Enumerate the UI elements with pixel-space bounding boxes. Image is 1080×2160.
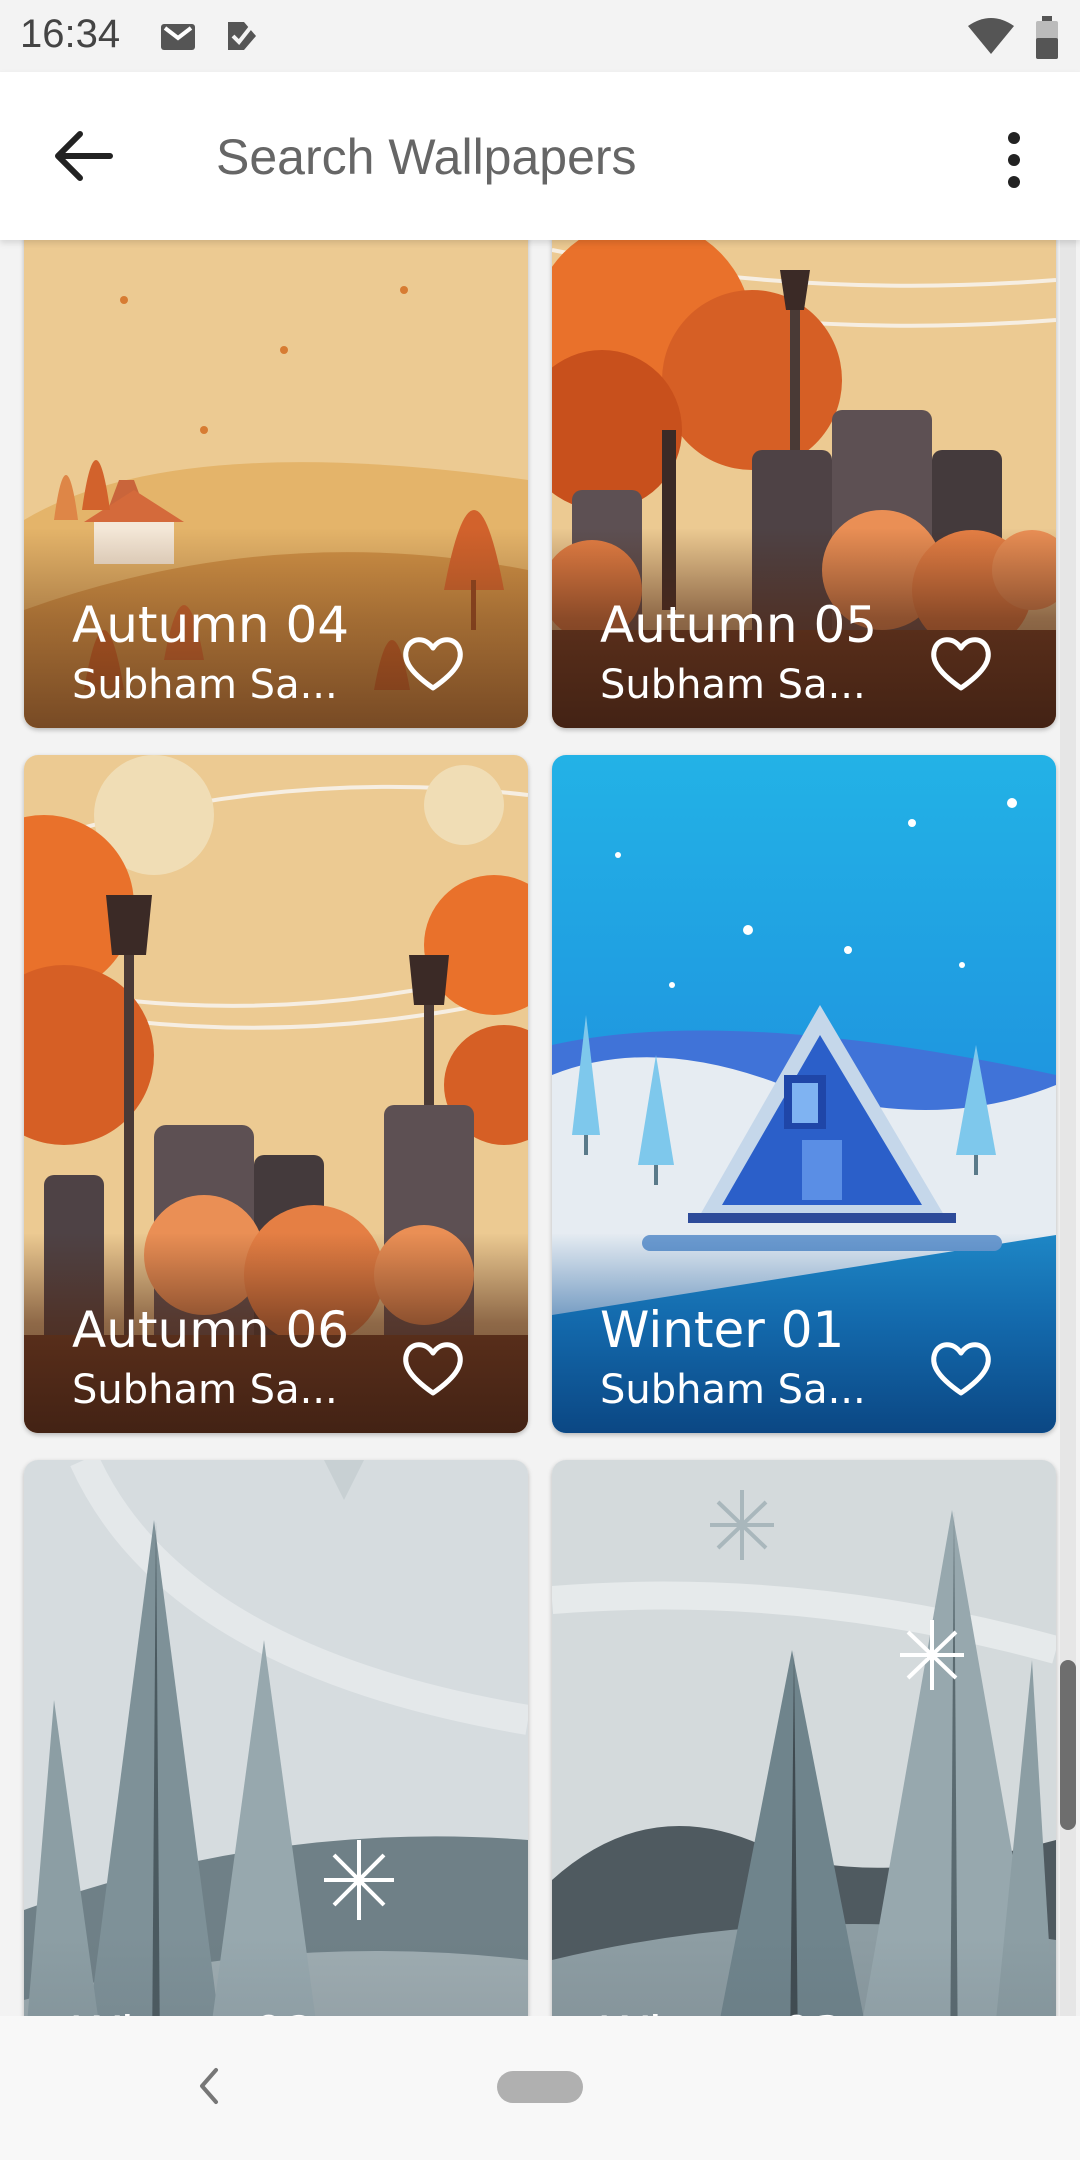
wallpaper-title: Autumn 04 xyxy=(72,596,350,654)
wallpaper-card[interactable]: Winter 02 xyxy=(24,1460,528,2016)
search-input[interactable]: Search Wallpapers xyxy=(216,128,637,186)
status-bar: 16:34 xyxy=(0,0,1080,72)
wallpaper-title: Autumn 05 xyxy=(600,596,878,654)
wallpaper-card[interactable]: Winter 01 Subham Sa... xyxy=(552,755,1056,1433)
more-vert-icon[interactable] xyxy=(990,120,1038,200)
card-overlay xyxy=(552,1938,1056,2016)
wallpaper-title: Winter 01 xyxy=(600,1301,845,1359)
wallpaper-thumbnail xyxy=(24,1460,528,2016)
wallpaper-author: Subham Sa... xyxy=(72,662,338,708)
wifi-icon xyxy=(968,18,1014,54)
favorite-heart-icon[interactable] xyxy=(927,1337,995,1399)
wallpaper-title: Winter 03 xyxy=(600,2006,844,2016)
home-pill-icon[interactable] xyxy=(497,2071,583,2103)
battery-icon xyxy=(1036,16,1058,59)
wallpaper-grid[interactable]: Autumn 04 Subham Sa... Autumn 05 Subham … xyxy=(0,240,1080,2016)
favorite-heart-icon[interactable] xyxy=(399,632,467,694)
nav-back-icon[interactable] xyxy=(190,2056,226,2116)
status-time: 16:34 xyxy=(20,12,121,56)
top-app-bar: Search Wallpapers xyxy=(0,72,1080,240)
wallpaper-author: Subham Sa... xyxy=(72,1367,338,1413)
system-nav-bar xyxy=(0,2016,1080,2160)
wallpaper-title: Autumn 06 xyxy=(72,1301,350,1359)
arrow-back-icon[interactable] xyxy=(44,116,124,196)
favorite-heart-icon[interactable] xyxy=(927,632,995,694)
wallpaper-card[interactable]: Autumn 05 Subham Sa... xyxy=(552,240,1056,728)
scrollbar-thumb[interactable] xyxy=(1060,1660,1076,1830)
wallpaper-card[interactable]: Autumn 04 Subham Sa... xyxy=(24,240,528,728)
favorite-heart-icon[interactable] xyxy=(399,1337,467,1399)
wallpaper-author: Subham Sa... xyxy=(600,1367,866,1413)
wallpaper-thumbnail xyxy=(552,1460,1056,2016)
wallpaper-title: Winter 02 xyxy=(72,2006,316,2016)
gmail-icon xyxy=(161,24,195,50)
task-check-icon xyxy=(228,22,256,50)
wallpaper-card[interactable]: Autumn 06 Subham Sa... xyxy=(24,755,528,1433)
card-overlay xyxy=(24,1938,528,2016)
wallpaper-card[interactable]: Winter 03 xyxy=(552,1460,1056,2016)
wallpaper-author: Subham Sa... xyxy=(600,662,866,708)
